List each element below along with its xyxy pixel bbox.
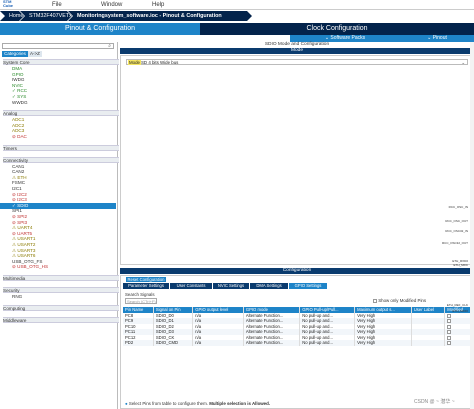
category-timers[interactable]: Timers [3, 144, 119, 151]
pin-label: ETH_REF_CLK [446, 303, 468, 307]
pin-label: RCC_OSC_OUT [445, 219, 468, 223]
menu-bar: STM Cube File Window Help [0, 0, 474, 10]
pinout-menu[interactable]: ⌄ Pinout [400, 35, 474, 42]
table-cell: PD2 [123, 340, 154, 346]
configuration-section: Reset Configuration Parameter Settings Us… [120, 275, 474, 409]
component-search-input[interactable]: ⌕ [2, 43, 114, 49]
table-cell: n/a [192, 340, 244, 346]
component-item[interactable]: WWDG [0, 100, 116, 106]
breadcrumb-device[interactable]: STM32F407VETx [20, 11, 72, 21]
panel-title: SDIO Mode and Configuration [264, 42, 330, 47]
signal-search-input[interactable]: Search (CTrl+F) [125, 298, 157, 304]
category-analog[interactable]: Analog [3, 110, 119, 117]
category-multimedia[interactable]: Multimedia [3, 275, 119, 281]
software-packs-menu[interactable]: ⌄ Software Packs [290, 35, 400, 42]
tab-categories[interactable]: Categories [2, 51, 28, 57]
category-computing[interactable]: Computing [3, 304, 119, 311]
mode-select[interactable]: Mode SD 4 bits Wide bus ⌄ [126, 59, 468, 65]
selection-hint: ● Select Pins from table to configure th… [125, 401, 270, 406]
configuration-panel: SDIO Mode and Configuration Mode Mode SD… [120, 42, 474, 409]
pin-label: ETH_MDIO [452, 309, 468, 313]
breadcrumb-home[interactable]: Home [0, 11, 24, 21]
tab-clock-configuration[interactable]: Clock Configuration [200, 23, 474, 35]
pin-label: RCC_OSC32_IN [445, 229, 468, 233]
table-cell: Alternate Function... [243, 340, 301, 346]
config-tab[interactable]: Parameter Settings [123, 283, 169, 289]
config-tab[interactable]: User Constants [170, 283, 212, 289]
reset-configuration-button[interactable]: Reset Configuration [126, 277, 166, 282]
chip-pin-labels: RCC_OSC_IN RCC_OSC_OUT RCC_OSC32_IN RCC_OSC… [438, 205, 474, 385]
breadcrumb: Home STM32F407VETx Monitoringsystem_soft… [0, 11, 474, 21]
tab-pinout-configuration[interactable]: Pinout & Configuration [0, 23, 200, 35]
info-icon: ● [125, 401, 128, 406]
pinout-subtab-bar [0, 35, 200, 42]
configuration-header: Configuration [120, 268, 474, 274]
chevron-down-icon: ⌄ [461, 60, 465, 65]
mode-label: Mode [128, 60, 141, 65]
pin-label: RCC_OSC_IN [448, 205, 468, 209]
table-cell: SDIO_CMD [153, 340, 194, 346]
config-tab[interactable]: NVIC Settings [213, 283, 249, 289]
menu-file[interactable]: File [52, 2, 62, 8]
component-item[interactable]: ⊘ USB_OTG_HS [0, 264, 116, 270]
category-security[interactable]: Security [3, 287, 119, 293]
mode-value: SD 4 bits Wide bus [141, 60, 179, 65]
mode-header: Mode [120, 48, 474, 54]
selection-hint-text: Select Pins from table to configure them… [128, 401, 210, 406]
mode-section: Mode SD 4 bits Wide bus ⌄ [120, 55, 474, 265]
table-cell: No pull-up and... [299, 340, 356, 346]
search-signals-label: Search Signals [125, 292, 155, 297]
stm32cube-logo: STM Cube [3, 0, 13, 8]
show-modified-checkbox[interactable]: Show only Modified Pins [373, 298, 426, 303]
component-item[interactable]: ⊘ DAC [0, 134, 116, 140]
tab-a-to-z[interactable]: A->Z [28, 51, 42, 57]
breadcrumb-project[interactable]: Monitoringsystem_software.ioc - Pinout &… [68, 11, 252, 21]
gpio-pin-table: Pin Name Signal on Pin GPIO output level GP… [123, 307, 473, 346]
config-tab[interactable]: DMA Settings [250, 283, 288, 289]
selection-hint-bold: Multiple selection is Allowed. [209, 401, 271, 406]
main-tabs: Pinout & Configuration Clock Configurati… [0, 23, 474, 42]
pin-label: ETH_MDC [453, 263, 468, 267]
configuration-tabs: Parameter Settings User Constants NVIC Set… [123, 283, 473, 289]
component-list-panel: ⌕ Categories A->Z System Core DMA GPIO IWDG… [0, 42, 119, 409]
checkbox-icon [373, 298, 377, 303]
show-modified-label: Show only Modified Pins [378, 298, 427, 303]
pin-label: RCC_OSC32_OUT [441, 241, 468, 245]
component-tree: System Core DMA GPIO IWDG NVIC ✓ RCC ✓ SYS WWDG… [0, 59, 119, 409]
table-cell: Very High [354, 340, 412, 346]
config-tab[interactable]: GPIO Settings [289, 283, 327, 289]
category-system-core[interactable]: System Core [3, 59, 119, 65]
category-connectivity[interactable]: Connectivity [3, 156, 119, 163]
component-item[interactable]: RNG [0, 294, 116, 300]
table-row[interactable]: PD2 SDIO_CMD n/a Alternate Function... No pu… [123, 340, 473, 346]
search-icon: ⌕ [108, 43, 111, 49]
menu-window[interactable]: Window [101, 2, 122, 8]
category-middleware[interactable]: Middleware [3, 316, 119, 323]
menu-help[interactable]: Help [152, 2, 164, 8]
watermark: CSDN @ ~ 潜华 ~ [414, 399, 455, 405]
